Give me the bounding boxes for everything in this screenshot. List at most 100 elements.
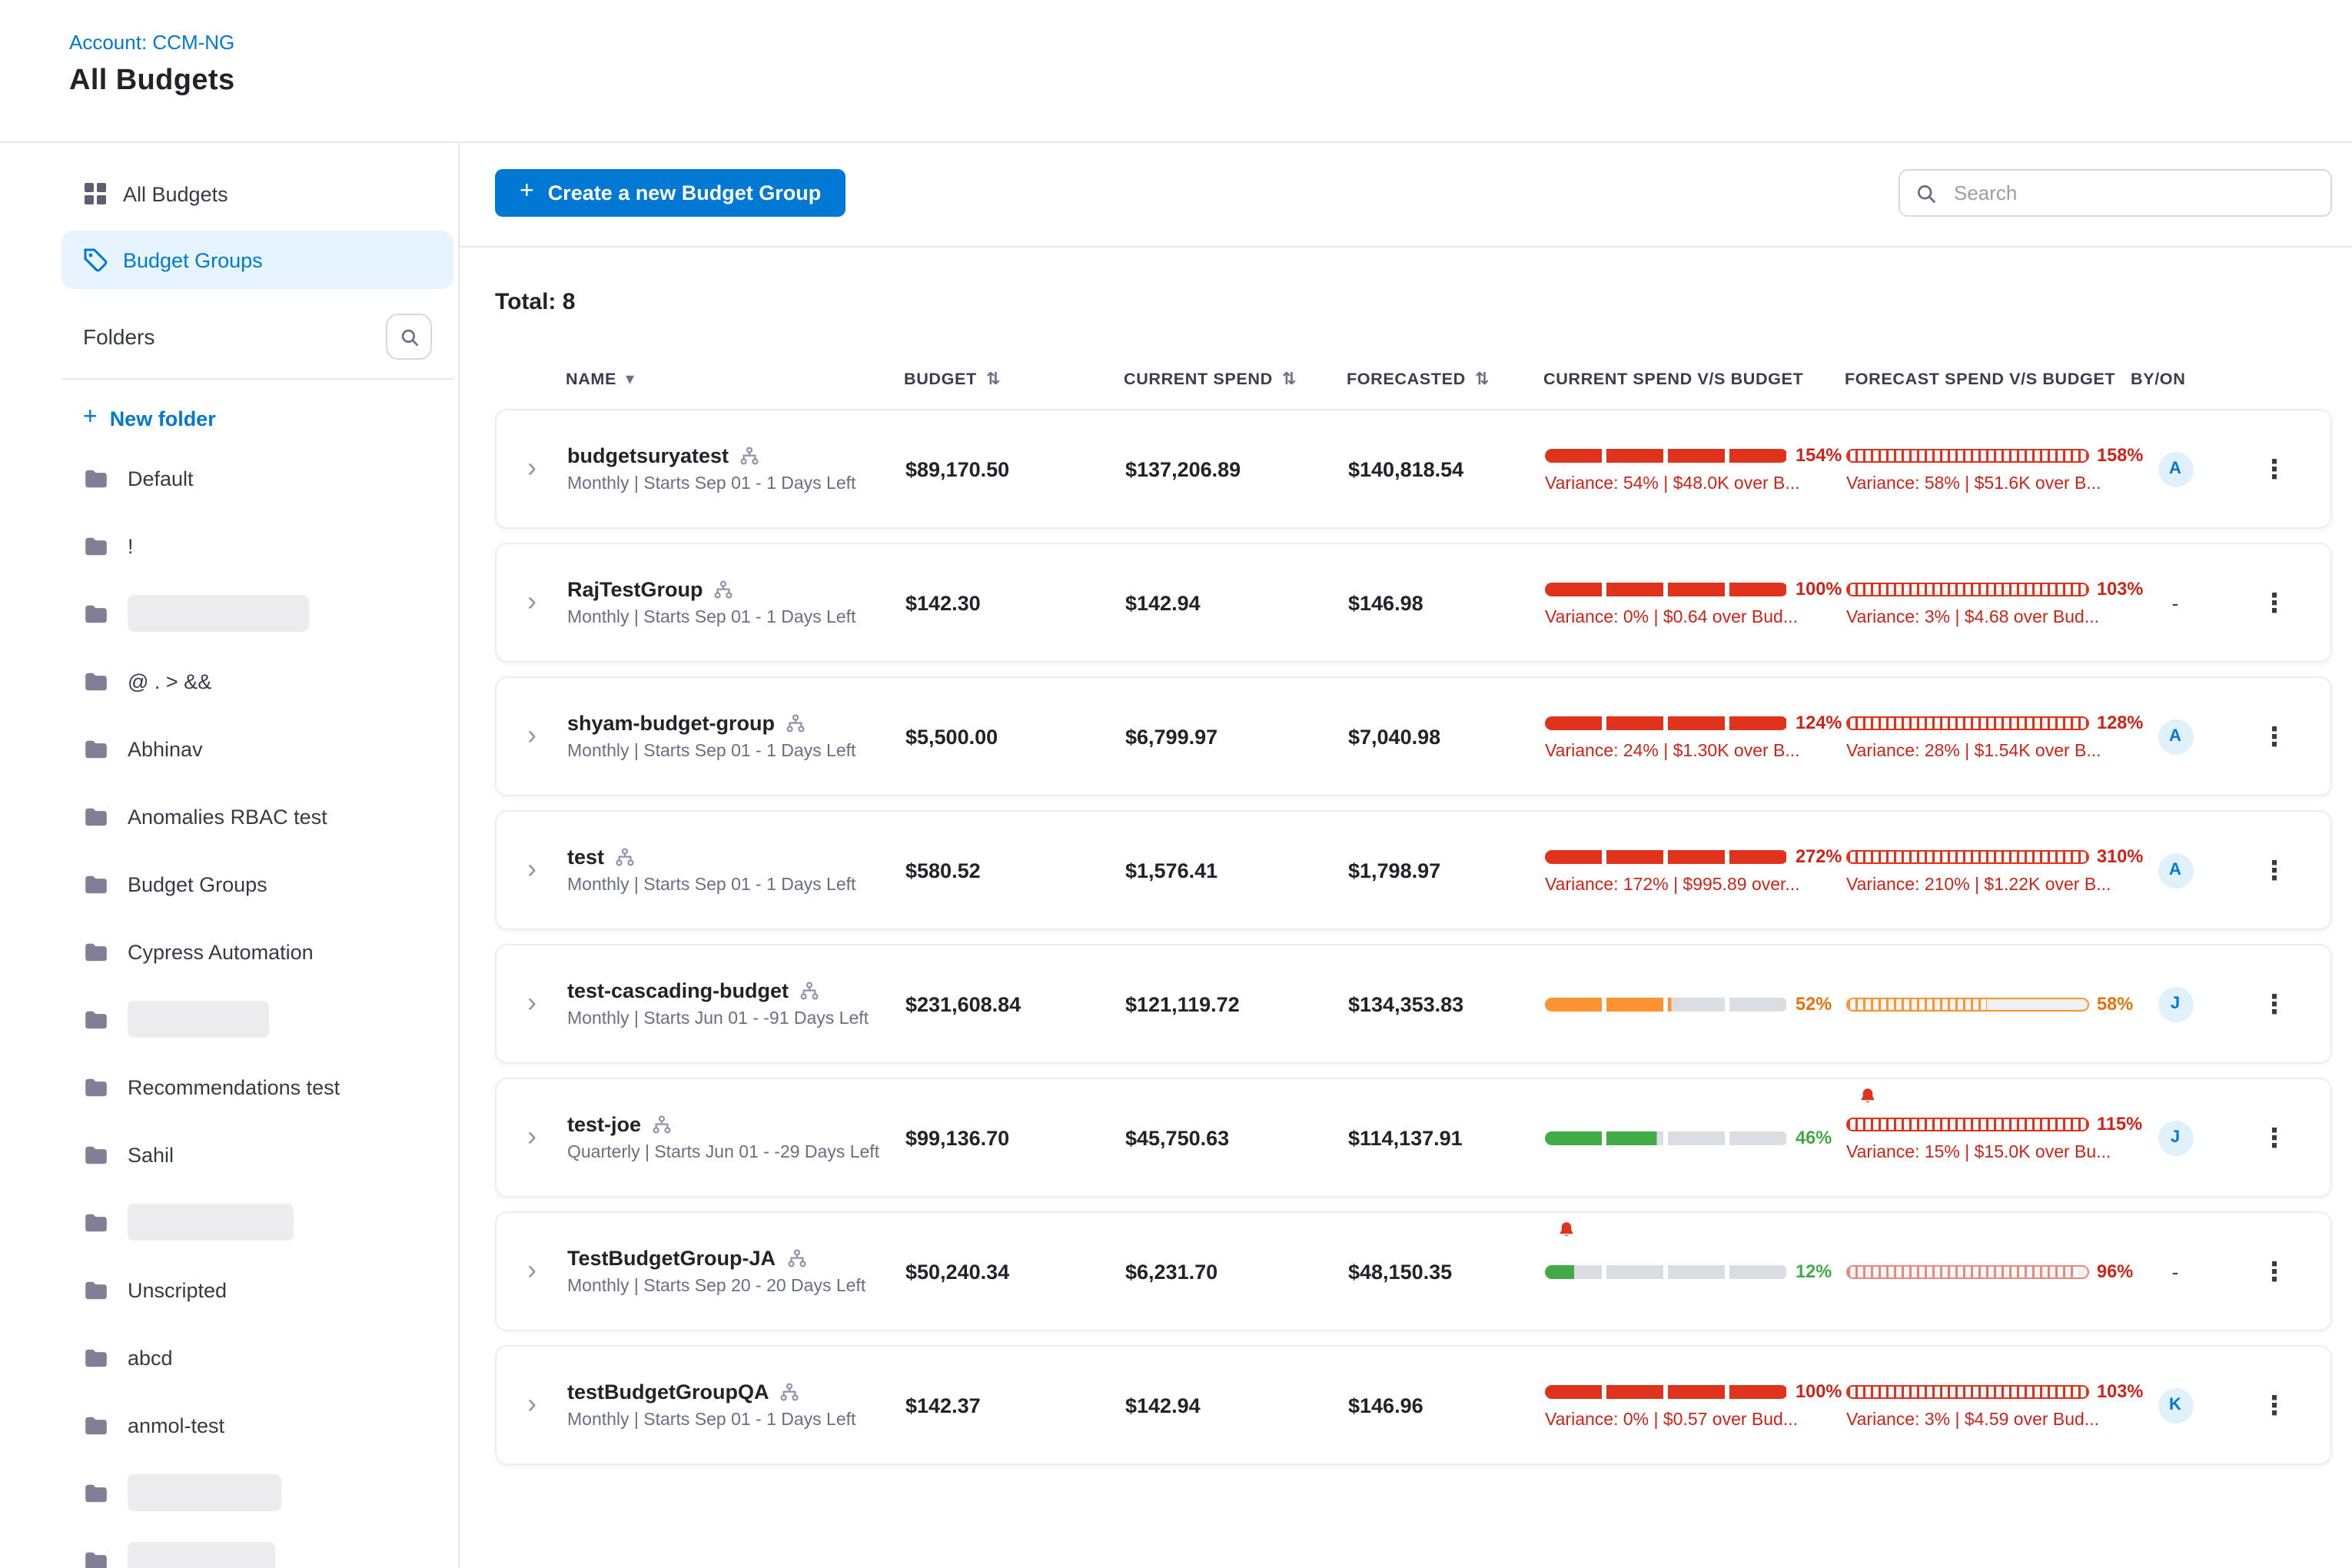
column-header[interactable]: FORECAST SPEND V/S BUDGET <box>1845 370 2131 389</box>
budget-group-row[interactable]: › testBudgetGroupQA Monthly | Starts Sep… <box>495 1345 2332 1465</box>
folder-item[interactable]: Unscripted <box>61 1268 453 1311</box>
folder-item[interactable]: anmol-test <box>61 1404 453 1447</box>
expand-chevron-icon[interactable]: › <box>527 586 537 616</box>
forecast-vs-budget-cell: 128% Variance: 28% | $1.54K over B... <box>1846 678 2132 795</box>
row-menu-button[interactable]: ⋮ <box>2261 723 2287 749</box>
main-content: + Create a new Budget Group Total: 8 NAM… <box>460 143 2352 1568</box>
forecast-spend-percent: 103% <box>2097 1380 2143 1402</box>
folder-icon <box>83 465 109 491</box>
current-vs-budget-cell: 100% Variance: 0% | $0.57 over Bud... <box>1545 1347 1846 1463</box>
column-header[interactable]: CURRENT SPEND V/S BUDGET <box>1543 370 1845 389</box>
plus-icon: + <box>520 178 534 206</box>
budget-group-row[interactable]: › shyam-budget-group Monthly | Starts Se… <box>495 676 2332 796</box>
folder-icon <box>83 1547 109 1568</box>
owner-avatar: A <box>2158 719 2193 754</box>
folder-item[interactable]: ! <box>61 524 453 567</box>
current-variance-label: Variance: 172% | $995.89 over... <box>1545 876 1846 895</box>
folder-icon <box>83 1412 109 1438</box>
budget-group-row[interactable]: › RajTestGroup Monthly | Starts Sep 01 -… <box>495 543 2332 663</box>
column-header[interactable]: BUDGET ⇅ <box>904 370 1124 389</box>
folder-item[interactable]: Abhinav <box>61 727 453 770</box>
budget-group-row[interactable]: › test-joe Quarterly | Starts Jun 01 - -… <box>495 1078 2332 1198</box>
expand-chevron-icon[interactable]: › <box>527 1254 537 1285</box>
forecast-spend-percent: 115% <box>2097 1113 2142 1134</box>
budget-period: Monthly | Starts Jun 01 - -91 Days Left <box>567 1010 905 1028</box>
column-header[interactable]: FORECASTED ⇅ <box>1347 370 1543 389</box>
current-vs-budget-cell: 52% <box>1545 945 1846 1062</box>
page-title: All Budgets <box>69 65 2352 98</box>
folder-item[interactable] <box>61 1539 453 1568</box>
budget-period: Monthly | Starts Sep 01 - 1 Days Left <box>567 742 905 761</box>
row-menu-button[interactable]: ⋮ <box>2261 590 2287 616</box>
redacted-folder-name <box>128 1001 269 1038</box>
row-menu-button[interactable]: ⋮ <box>2261 991 2287 1017</box>
create-budget-group-button[interactable]: + Create a new Budget Group <box>495 169 845 217</box>
sidebar: All Budgets Budget Groups Folders + New … <box>0 143 460 1568</box>
row-menu-button[interactable]: ⋮ <box>2261 456 2287 482</box>
folder-item[interactable]: Sahil <box>61 1133 453 1176</box>
group-icon <box>615 847 635 867</box>
folder-item[interactable] <box>61 1471 453 1514</box>
expand-chevron-icon[interactable]: › <box>527 1388 537 1419</box>
group-icon <box>799 981 819 1001</box>
forecast-spend-percent: 128% <box>2097 712 2143 733</box>
folder-icon <box>83 1277 109 1303</box>
row-menu-button[interactable]: ⋮ <box>2261 1125 2287 1151</box>
expand-chevron-icon[interactable]: › <box>527 452 537 483</box>
column-header[interactable]: BY/ON <box>2131 370 2217 389</box>
expand-chevron-icon[interactable]: › <box>527 987 537 1018</box>
redacted-folder-name <box>128 1474 281 1511</box>
row-menu-button[interactable]: ⋮ <box>2261 1258 2287 1284</box>
sidebar-item-all-budgets[interactable]: All Budgets <box>61 164 453 223</box>
folder-icon <box>83 533 109 559</box>
forecast-spend-percent: 310% <box>2097 845 2143 867</box>
budget-group-name: test-joe <box>567 1113 641 1136</box>
new-folder-button[interactable]: + New folder <box>83 404 453 432</box>
folder-item[interactable] <box>61 998 453 1041</box>
budget-group-row[interactable]: › test Monthly | Starts Sep 01 - 1 Days … <box>495 810 2332 930</box>
folder-item[interactable]: Recommendations test <box>61 1065 453 1108</box>
search-input[interactable] <box>1951 180 2315 206</box>
folder-item[interactable] <box>61 592 453 635</box>
folder-item[interactable]: Anomalies RBAC test <box>61 795 453 838</box>
owner-avatar: - <box>2158 1254 2193 1289</box>
current-spend-percent: 12% <box>1796 1261 1832 1282</box>
forecast-spend-bar <box>1846 448 2089 462</box>
new-folder-label: New folder <box>110 407 216 430</box>
owner-avatar: J <box>2158 986 2193 1022</box>
row-menu-button[interactable]: ⋮ <box>2261 857 2287 883</box>
budget-period: Monthly | Starts Sep 01 - 1 Days Left <box>567 609 905 627</box>
folder-item[interactable]: abcd <box>61 1336 453 1379</box>
current-spend-bar <box>1545 997 1788 1011</box>
budget-group-row[interactable]: › TestBudgetGroup-JA Monthly | Starts Se… <box>495 1211 2332 1331</box>
expand-chevron-icon[interactable]: › <box>527 853 537 884</box>
column-header[interactable]: CURRENT SPEND ⇅ <box>1124 370 1347 389</box>
sidebar-item-budget-groups[interactable]: Budget Groups <box>61 231 453 289</box>
expand-chevron-icon[interactable]: › <box>527 719 537 750</box>
forecast-spend-bar <box>1846 1384 2089 1398</box>
current-spend-bar <box>1545 716 1788 729</box>
folder-item[interactable]: @ . > && <box>61 659 453 703</box>
budget-group-row[interactable]: › test-cascading-budget Monthly | Starts… <box>495 944 2332 1064</box>
forecasted-amount: $48,150.35 <box>1348 1260 1545 1283</box>
row-menu-button[interactable]: ⋮ <box>2261 1392 2287 1418</box>
folder-item[interactable]: Budget Groups <box>61 862 453 905</box>
sort-icon: ▾ <box>626 371 635 388</box>
forecast-spend-percent: 58% <box>2097 993 2133 1015</box>
folder-item[interactable]: Cypress Automation <box>61 930 453 973</box>
folder-item[interactable] <box>61 1201 453 1244</box>
budget-group-row[interactable]: › budgetsuryatest Monthly | Starts Sep 0… <box>495 409 2332 529</box>
current-variance-label: Variance: 0% | $0.57 over Bud... <box>1545 1411 1846 1430</box>
folder-search-button[interactable] <box>386 314 432 360</box>
current-spend-percent: 272% <box>1796 845 1842 867</box>
owner-avatar: A <box>2158 451 2193 487</box>
column-header[interactable]: NAME ▾ <box>566 370 904 389</box>
folder-item[interactable]: Default <box>61 457 453 500</box>
forecast-variance-label: Variance: 210% | $1.22K over B... <box>1846 876 2132 895</box>
expand-chevron-icon[interactable]: › <box>527 1121 537 1151</box>
account-breadcrumb[interactable]: Account: CCM-NG <box>69 31 2352 54</box>
current-vs-budget-cell: 46% <box>1545 1079 1846 1196</box>
budget-group-name: shyam-budget-group <box>567 712 775 735</box>
toolbar: + Create a new Budget Group <box>460 169 2352 247</box>
column-header-label: BY/ON <box>2131 370 2185 389</box>
